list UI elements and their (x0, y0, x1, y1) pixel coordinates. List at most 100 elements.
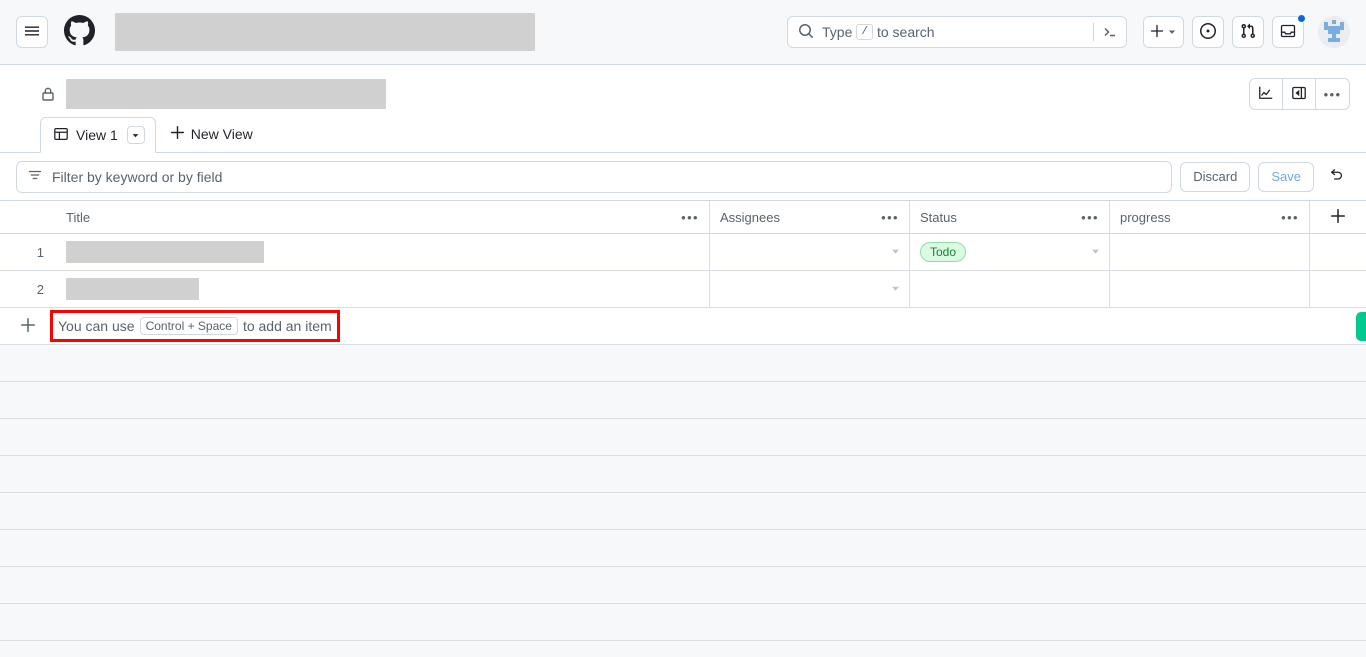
cell-title[interactable] (56, 234, 710, 270)
column-header-progress[interactable]: progress ••• (1110, 201, 1310, 233)
repository-name-redacted (115, 13, 535, 51)
add-item-row[interactable]: You can use Control + Space to add an it… (0, 308, 1366, 345)
filter-icon (27, 167, 43, 186)
tab-view-1[interactable]: View 1 (40, 117, 156, 153)
pull-requests-button[interactable] (1232, 16, 1264, 48)
chevron-down-icon (1090, 244, 1101, 260)
table-icon (53, 126, 69, 145)
new-view-button[interactable]: New View (156, 116, 265, 152)
plus-icon (1150, 24, 1164, 41)
global-header: Type / to search (0, 0, 1366, 65)
cell-progress[interactable] (1110, 234, 1310, 270)
undo-button[interactable] (1322, 163, 1350, 191)
row-number-header (0, 201, 56, 233)
discard-button[interactable]: Discard (1180, 161, 1251, 192)
add-item-button[interactable] (0, 308, 56, 344)
sidebar-expand-icon (1291, 85, 1307, 104)
table-header-row: Title ••• Assignees ••• Status ••• progr… (0, 200, 1366, 234)
project-header: ••• (0, 65, 1366, 110)
cell-assignees[interactable] (710, 234, 910, 270)
hint-prefix: You can use (58, 318, 135, 334)
kebab-horizontal-icon[interactable]: ••• (673, 210, 699, 225)
accent-chip (1356, 312, 1366, 341)
kebab-horizontal-icon[interactable]: ••• (873, 210, 899, 225)
empty-row (0, 604, 1366, 641)
search-input[interactable]: Type / to search (787, 16, 1127, 48)
project-action-group: ••• (1249, 78, 1350, 110)
git-pull-request-icon (1240, 23, 1256, 42)
status-badge: Todo (920, 242, 967, 262)
kebab-horizontal-icon: ••• (1323, 86, 1342, 102)
table-row[interactable]: 1 Todo (0, 234, 1366, 271)
empty-row (0, 493, 1366, 530)
add-item-hint: You can use Control + Space to add an it… (50, 310, 340, 342)
tab-menu-caret-button[interactable] (126, 126, 145, 144)
search-slash-kbd: / (856, 24, 873, 40)
column-header-status[interactable]: Status ••• (910, 201, 1110, 233)
plus-icon (170, 125, 185, 143)
search-placeholder-prefix: Type (822, 24, 853, 40)
chevron-down-icon (890, 281, 901, 297)
filter-placeholder: Filter by keyword or by field (52, 168, 223, 185)
cell-spacer (1310, 271, 1366, 307)
plus-icon (20, 317, 36, 336)
add-column-button[interactable] (1310, 201, 1366, 233)
inbox-icon (1280, 23, 1296, 42)
lock-icon (40, 86, 56, 102)
graph-icon (1258, 85, 1274, 104)
column-label: Status (920, 209, 957, 225)
new-view-label: New View (190, 126, 253, 142)
github-logo[interactable] (64, 15, 95, 49)
app-root: Type / to search ••• View 1 New View Fil… (0, 0, 1366, 657)
notification-indicator-dot (1297, 14, 1306, 23)
search-placeholder-text: Type / to search (822, 24, 935, 40)
column-header-title[interactable]: Title ••• (56, 201, 710, 233)
issue-opened-icon (1200, 22, 1216, 42)
command-palette-icon[interactable] (1102, 24, 1118, 40)
chevron-down-icon (890, 244, 901, 260)
empty-row (0, 345, 1366, 382)
project-title-row (16, 79, 1350, 109)
column-header-assignees[interactable]: Assignees ••• (710, 201, 910, 233)
column-label: progress (1120, 209, 1171, 225)
empty-row (0, 419, 1366, 456)
avatar[interactable] (1318, 16, 1350, 48)
project-name-redacted (66, 79, 386, 109)
filter-bar: Filter by keyword or by field Discard Sa… (0, 153, 1366, 200)
hamburger-menu-button[interactable] (16, 16, 48, 48)
create-new-button[interactable] (1143, 16, 1184, 48)
view-tab-bar: View 1 New View (0, 117, 1366, 153)
undo-icon (1328, 167, 1344, 186)
insights-button[interactable] (1250, 79, 1283, 109)
plus-icon (1330, 208, 1346, 227)
cell-title[interactable] (56, 271, 710, 307)
column-label: Assignees (720, 209, 780, 225)
cell-spacer (1310, 234, 1366, 270)
filter-input[interactable]: Filter by keyword or by field (16, 160, 1173, 193)
kebab-horizontal-icon[interactable]: ••• (1073, 210, 1099, 225)
empty-row (0, 567, 1366, 604)
issues-button[interactable] (1192, 16, 1224, 48)
toggle-sidebar-button[interactable] (1283, 79, 1316, 109)
header-actions: Type / to search (787, 14, 1350, 48)
chevron-down-icon (131, 127, 140, 143)
chevron-down-icon (1167, 24, 1177, 40)
cell-progress[interactable] (1110, 271, 1310, 307)
search-placeholder-suffix: to search (876, 24, 935, 40)
kebab-horizontal-icon[interactable]: ••• (1273, 210, 1299, 225)
project-more-options-button[interactable]: ••• (1316, 79, 1349, 109)
column-label: Title (66, 209, 91, 225)
project-table: Title ••• Assignees ••• Status ••• progr… (0, 200, 1366, 657)
cell-status[interactable]: Todo (910, 234, 1110, 270)
hamburger-menu-icon (24, 23, 40, 42)
cell-assignees[interactable] (710, 271, 910, 307)
hint-suffix: to add an item (242, 318, 332, 334)
empty-row (0, 382, 1366, 419)
row-number: 1 (36, 244, 44, 260)
save-button[interactable]: Save (1258, 161, 1314, 192)
cell-status[interactable] (910, 271, 1110, 307)
github-mark-icon (64, 15, 95, 49)
table-row[interactable]: 2 (0, 271, 1366, 308)
title-redacted (66, 241, 264, 263)
notifications-button[interactable] (1272, 14, 1306, 48)
